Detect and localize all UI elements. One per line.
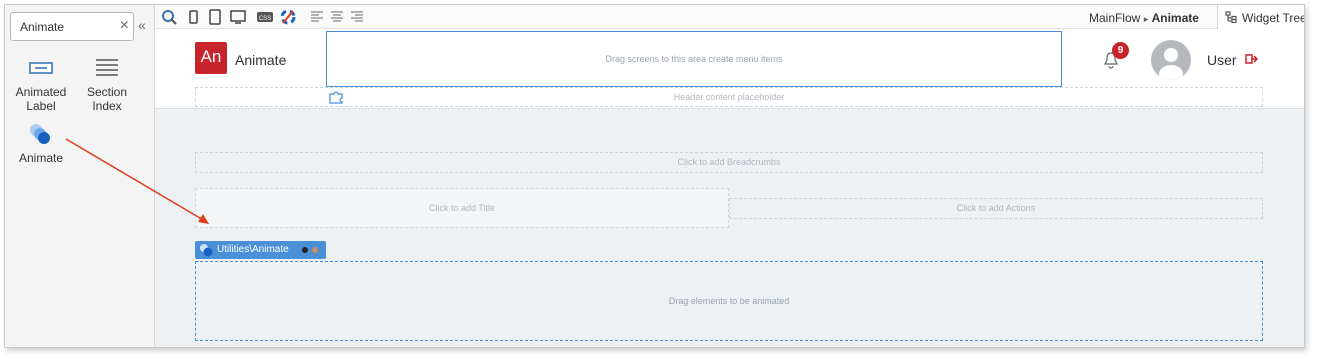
app-window: Animate × « Animated Label Section Index…: [4, 4, 1305, 348]
drag-arrow-annotation: [65, 138, 209, 224]
